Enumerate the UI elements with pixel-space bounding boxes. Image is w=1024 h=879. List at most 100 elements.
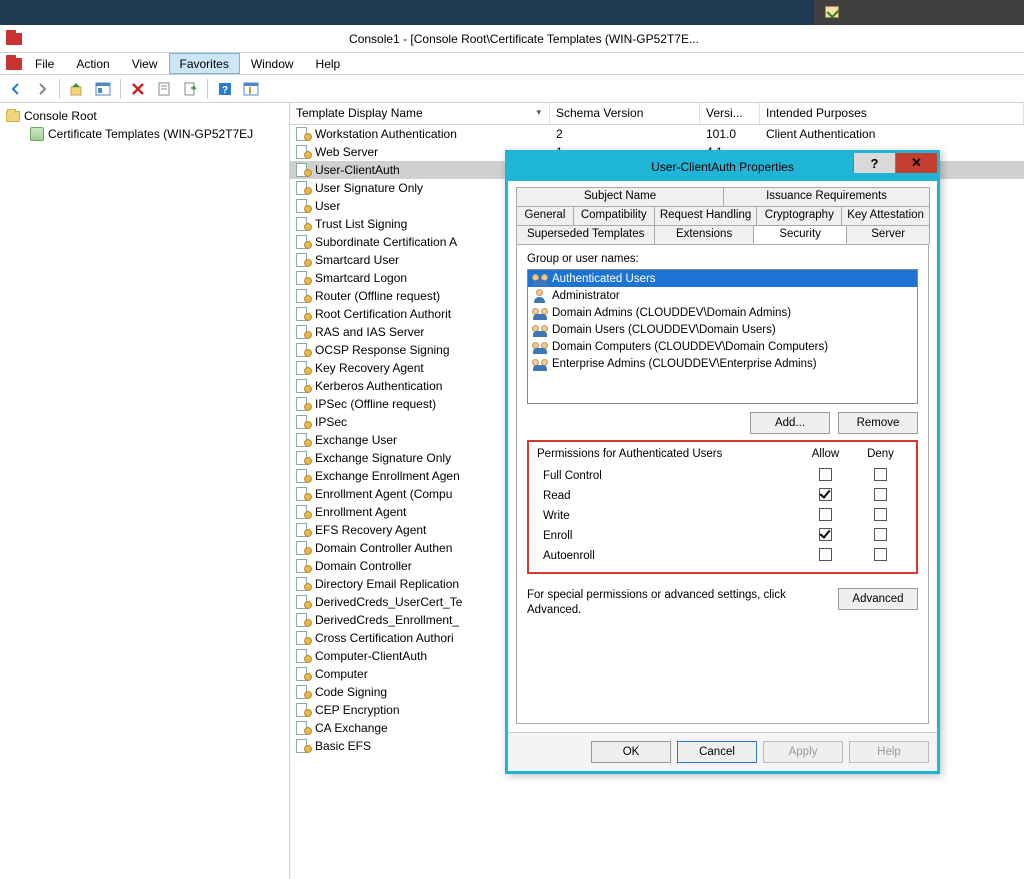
principal-item[interactable]: Domain Computers (CLOUDDEV\Domain Comput… — [528, 338, 917, 355]
dialog-help-button[interactable]: ? — [853, 153, 895, 173]
permission-name: Write — [537, 510, 798, 522]
principal-item[interactable]: Administrator — [528, 287, 917, 304]
up-button[interactable] — [65, 78, 89, 100]
apply-button[interactable]: Apply — [763, 741, 843, 763]
column-version[interactable]: Versi... — [700, 103, 760, 124]
tab-issuance-requirements[interactable]: Issuance Requirements — [723, 187, 930, 206]
sort-descending-icon: ▾ — [536, 107, 541, 118]
deny-checkbox[interactable] — [874, 508, 887, 521]
help-button[interactable]: ? — [213, 78, 237, 100]
toolbar: ? — [0, 75, 1024, 103]
back-button[interactable] — [4, 78, 28, 100]
column-schema-version[interactable]: Schema Version — [550, 103, 700, 124]
principal-item[interactable]: Enterprise Admins (CLOUDDEV\Enterprise A… — [528, 355, 917, 372]
tab-cryptography[interactable]: Cryptography — [756, 206, 842, 225]
principal-item[interactable]: Domain Admins (CLOUDDEV\Domain Admins) — [528, 304, 917, 321]
cert-template-icon — [296, 271, 312, 285]
tab-subject-name[interactable]: Subject Name — [516, 187, 724, 206]
cert-template-icon — [296, 577, 312, 591]
ok-button[interactable]: OK — [591, 741, 671, 763]
cert-template-icon — [296, 145, 312, 159]
add-button[interactable]: Add... — [750, 412, 830, 434]
allow-checkbox[interactable] — [819, 508, 832, 521]
menu-file[interactable]: File — [24, 53, 65, 74]
toolbar-separator — [59, 79, 60, 99]
tree-root-label: Console Root — [24, 109, 97, 123]
group-icon — [532, 306, 548, 320]
tab-key-attestation[interactable]: Key Attestation — [841, 206, 930, 225]
principal-item[interactable]: Authenticated Users — [528, 270, 917, 287]
menu-view[interactable]: View — [121, 53, 169, 74]
user-icon — [532, 289, 548, 303]
dialog-close-button[interactable]: ✕ — [895, 153, 937, 173]
allow-checkbox[interactable] — [819, 548, 832, 561]
allow-checkbox[interactable] — [819, 488, 832, 501]
cert-template-icon — [296, 595, 312, 609]
system-menu-icon[interactable] — [4, 53, 24, 74]
cert-template-icon — [296, 739, 312, 753]
column-template-name[interactable]: Template Display Name▾ — [290, 103, 550, 124]
cert-template-icon — [296, 613, 312, 627]
remove-button[interactable]: Remove — [838, 412, 918, 434]
tree-pane[interactable]: Console Root Certificate Templates (WIN-… — [0, 103, 290, 879]
deny-checkbox[interactable] — [874, 488, 887, 501]
allow-checkbox[interactable] — [819, 528, 832, 541]
row-name: DerivedCreds_UserCert_Te — [315, 595, 462, 609]
tree-child-label: Certificate Templates (WIN-GP52T7EJ — [48, 127, 253, 141]
cert-template-icon — [296, 505, 312, 519]
allow-checkbox[interactable] — [819, 468, 832, 481]
deny-checkbox[interactable] — [874, 468, 887, 481]
tab-security[interactable]: Security — [753, 225, 848, 244]
menu-favorites[interactable]: Favorites — [169, 53, 240, 74]
principals-list[interactable]: Authenticated Users AdministratorDomain A… — [527, 269, 918, 404]
view-options-button[interactable] — [239, 78, 263, 100]
cancel-button[interactable]: Cancel — [677, 741, 757, 763]
cert-template-icon — [296, 361, 312, 375]
list-header: Template Display Name▾ Schema Version Ve… — [290, 103, 1024, 125]
tree-root[interactable]: Console Root — [2, 107, 287, 125]
cert-template-icon — [296, 433, 312, 447]
tab-superseded-templates[interactable]: Superseded Templates — [516, 225, 655, 244]
dialog-titlebar[interactable]: User-ClientAuth Properties ? ✕ — [508, 153, 937, 181]
principal-item[interactable]: Domain Users (CLOUDDEV\Domain Users) — [528, 321, 917, 338]
forward-button[interactable] — [30, 78, 54, 100]
row-name: CEP Encryption — [315, 703, 400, 717]
cert-template-icon — [296, 235, 312, 249]
cert-template-icon — [296, 523, 312, 537]
advanced-button[interactable]: Advanced — [838, 588, 918, 610]
export-list-button[interactable] — [178, 78, 202, 100]
row-name: Trust List Signing — [315, 217, 407, 231]
tab-extensions[interactable]: Extensions — [654, 225, 754, 244]
show-hide-tree-button[interactable] — [91, 78, 115, 100]
dialog-title: User-ClientAuth Properties — [651, 160, 794, 174]
deny-checkbox[interactable] — [874, 528, 887, 541]
tab-server[interactable]: Server — [846, 225, 930, 244]
menu-action[interactable]: Action — [65, 53, 120, 74]
deny-checkbox[interactable] — [874, 548, 887, 561]
cert-template-icon — [296, 469, 312, 483]
delete-button[interactable] — [126, 78, 150, 100]
folder-icon — [6, 111, 20, 122]
properties-button[interactable] — [152, 78, 176, 100]
help-button[interactable]: Help — [849, 741, 929, 763]
toolbar-separator — [207, 79, 208, 99]
cert-template-icon — [296, 181, 312, 195]
row-purpose: Client Authentication — [760, 127, 1024, 141]
cert-template-icon — [296, 559, 312, 573]
column-intended-purposes[interactable]: Intended Purposes — [760, 103, 1024, 124]
table-row[interactable]: Workstation Authentication2101.0Client A… — [290, 125, 1024, 143]
tab-compatibility[interactable]: Compatibility — [573, 206, 655, 225]
principal-name: Authenticated Users — [552, 273, 656, 285]
row-name: IPSec — [315, 415, 347, 429]
row-name: Exchange Signature Only — [315, 451, 451, 465]
titlebar: Console1 - [Console Root\Certificate Tem… — [0, 25, 1024, 53]
tab-general[interactable]: General — [516, 206, 574, 225]
tab-request-handling[interactable]: Request Handling — [654, 206, 758, 225]
tree-cert-templates[interactable]: Certificate Templates (WIN-GP52T7EJ — [2, 125, 287, 143]
row-name: Exchange Enrollment Agen — [315, 469, 460, 483]
tray-icon[interactable] — [825, 6, 839, 18]
cert-template-icon — [296, 541, 312, 555]
menu-help[interactable]: Help — [305, 53, 352, 74]
row-name: User Signature Only — [315, 181, 423, 195]
menu-window[interactable]: Window — [240, 53, 305, 74]
